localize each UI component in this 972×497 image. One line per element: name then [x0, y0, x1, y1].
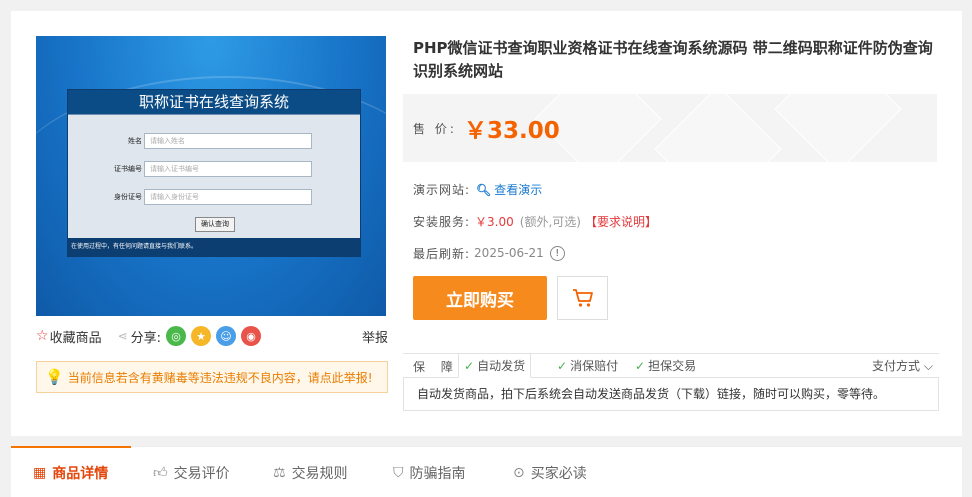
tab-trade-rules[interactable]: ⚖ 交易规则 — [273, 447, 348, 497]
star-icon: ☆ — [36, 328, 49, 344]
preview-query-form: 职称证书在线查询系统 姓名 请输入姓名 证书编号 请输入证书编号 身份证号 请输… — [67, 89, 361, 257]
tab-anti-fraud[interactable]: ⛉ 防骗指南 — [393, 447, 466, 497]
tab-label: 防骗指南 — [409, 465, 466, 482]
demo-link-label: 查看演示 — [494, 182, 543, 197]
preview-field-row: 身份证号 请输入身份证号 — [68, 189, 360, 205]
details-icon: ▦ — [33, 464, 47, 481]
thumbs-up-icon: 👍︎ — [153, 465, 168, 481]
preview-submit-button: 确认查询 — [195, 217, 235, 232]
preview-field-label: 证书编号 — [114, 165, 142, 173]
guarantee-section: 保 障: ✓ 自动发货 ✓ 消保赔付 ✓ 担保交易 支付方式 ⌵ 自动发货商品，… — [403, 353, 939, 411]
payment-methods-dropdown[interactable]: 支付方式 ⌵ — [872, 357, 933, 374]
payment-methods-label: 支付方式 — [872, 359, 921, 373]
detail-tabs: ▦ 商品详情 👍︎ 交易评价 ⚖ 交易规则 ⛉ 防骗指南 ⊙ 买家必读 — [11, 446, 962, 497]
cart-icon — [572, 289, 593, 307]
refresh-date: 2025-06-21 — [474, 246, 544, 260]
install-note: (额外,可选) — [519, 214, 581, 229]
scale-icon: ⚖ — [273, 464, 286, 481]
check-icon: ✓ — [635, 358, 646, 373]
product-actions-bar: ☆ 收藏商品 ⋖ 分享: ◎ ★ ☺ ◉ 举报 — [36, 325, 388, 347]
preview-field-row: 姓名 请输入姓名 — [68, 133, 360, 149]
decor-diamond — [774, 94, 902, 162]
product-panel: 职称证书在线查询系统 姓名 请输入姓名 证书编号 请输入证书编号 身份证号 请输… — [11, 11, 962, 436]
qzone-icon[interactable]: ★ — [191, 326, 212, 346]
info-icon: ⊙ — [513, 464, 525, 481]
buy-now-button[interactable]: 立即购买 — [413, 276, 547, 320]
share-label: 分享: — [130, 330, 162, 346]
tab-buyer-notes[interactable]: ⊙ 买家必读 — [513, 447, 587, 497]
install-fee: ￥3.00 — [475, 214, 514, 229]
guarantee-description: 自动发货商品，拍下后系统会自动发送商品发货（下载）链接，随时可以购买，零等待。 — [403, 377, 939, 411]
preview-field-label: 姓名 — [128, 137, 142, 145]
share-group: ⋖ 分享: ◎ ★ ☺ ◉ — [117, 326, 262, 346]
refresh-label: 最后刷新: — [413, 246, 471, 261]
guarantee-tab-compensation[interactable]: ✓ 消保赔付 — [557, 353, 618, 378]
add-to-cart-button[interactable] — [557, 276, 608, 320]
install-row: 安装服务: ￥3.00 (额外,可选) 【要求说明】 — [413, 211, 657, 231]
preview-field-label: 身份证号 — [114, 193, 142, 201]
price-value: ￥33.00 — [464, 118, 560, 144]
product-preview-image[interactable]: 职称证书在线查询系统 姓名 请输入姓名 证书编号 请输入证书编号 身份证号 请输… — [36, 36, 386, 316]
favorite-button[interactable]: ☆ 收藏商品 — [36, 327, 102, 346]
decor-diamond — [654, 94, 782, 162]
check-icon: ✓ — [464, 358, 475, 373]
wechat-icon[interactable]: ◎ — [166, 326, 187, 346]
info-icon[interactable]: ! — [549, 245, 565, 261]
preview-footer-text: 在使用过程中，有任何问题请直接与我们联系。 — [68, 238, 360, 256]
install-label: 安装服务: — [413, 214, 471, 229]
guarantee-tab-auto-delivery[interactable]: ✓ 自动发货 — [458, 353, 532, 378]
shield-icon: ⛉ — [393, 464, 404, 481]
check-icon: ✓ — [557, 358, 568, 373]
preview-form-title: 职称证书在线查询系统 — [68, 90, 360, 115]
guarantee-tab-label: 自动发货 — [477, 359, 526, 373]
guarantee-tab-label: 担保交易 — [648, 359, 697, 373]
report-notice[interactable]: 💡 当前信息若含有黄赌毒等违法违规不良内容，请点此举报! — [36, 361, 388, 393]
preview-field-input: 请输入证书编号 — [144, 161, 312, 177]
chevron-down-icon: ⌵ — [923, 359, 933, 373]
product-title: PHP微信证书查询职业资格证书在线查询系统源码 带二维码职称证件防伪查询识别系统… — [413, 39, 933, 80]
share-icon: ⋖ — [117, 329, 128, 343]
refresh-row: 最后刷新: 2025-06-21 ! — [413, 243, 565, 263]
tab-reviews[interactable]: 👍︎ 交易评价 — [153, 447, 230, 497]
price-label: 售 价: — [413, 122, 457, 136]
demo-label: 演示网站: — [413, 182, 471, 197]
tab-label: 买家必读 — [530, 465, 587, 482]
guarantee-tab-label: 消保赔付 — [570, 359, 619, 373]
preview-field-input: 请输入姓名 — [144, 133, 312, 149]
lightbulb-icon: 💡 — [45, 368, 64, 386]
weibo-icon[interactable]: ◉ — [241, 326, 262, 346]
preview-field-row: 证书编号 请输入证书编号 — [68, 161, 360, 177]
tab-label: 交易评价 — [173, 465, 230, 482]
search-icon: 🔍︎ — [476, 182, 492, 197]
tab-label: 商品详情 — [52, 465, 109, 482]
price-box: 售 价: ￥33.00 — [403, 94, 937, 162]
tab-product-details[interactable]: ▦ 商品详情 — [33, 447, 108, 497]
report-link[interactable]: 举报 — [362, 327, 388, 346]
demo-row: 演示网站: 🔍︎ 查看演示 — [413, 179, 542, 199]
guarantee-tab-escrow[interactable]: ✓ 担保交易 — [635, 353, 696, 378]
demo-link[interactable]: 🔍︎ 查看演示 — [476, 181, 542, 198]
qq-icon[interactable]: ☺ — [216, 326, 237, 346]
preview-field-input: 请输入身份证号 — [144, 189, 312, 205]
report-notice-text: 当前信息若含有黄赌毒等违法违规不良内容，请点此举报! — [67, 370, 373, 385]
install-requirements-link[interactable]: 【要求说明】 — [585, 213, 657, 230]
tab-label: 交易规则 — [291, 465, 348, 482]
favorite-label: 收藏商品 — [49, 330, 102, 346]
